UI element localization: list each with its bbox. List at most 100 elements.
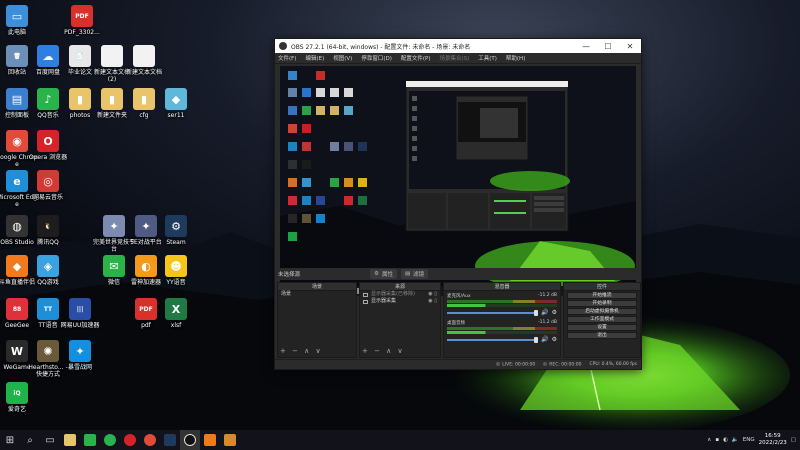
volume-meter (447, 331, 557, 334)
menu-edit[interactable]: 编辑(E) (305, 54, 324, 62)
scene-list-item[interactable]: 场景 (278, 291, 356, 298)
douyu-icon[interactable] (200, 430, 220, 450)
monitor-icon (363, 299, 368, 304)
app-icon: ▮ (69, 88, 91, 110)
scenes-dock-buttons[interactable]: + − ∧ ∨ (280, 347, 323, 355)
rec-status: REC: 00:00:00 (543, 361, 582, 367)
notification-icon[interactable]: ▢ (791, 437, 796, 443)
start-recording-button[interactable]: 开始录制 (567, 300, 637, 307)
settings-button[interactable]: 设置 (567, 324, 637, 331)
clock-date: 2022/2/23 (758, 440, 787, 446)
no-source-selected-label: 未选择源 (278, 272, 301, 278)
sources-dock: 来源 显示器采集(已移除) ◉ ▯ 显示器采集 ◉ ▯ + − ∧ ∨ (359, 282, 441, 358)
desktop-icon[interactable]: 🐧 腾讯QQ (26, 215, 70, 246)
obs-titlebar[interactable]: OBS 27.2.1 (64-bit, windows) - 配置文件: 未命名… (275, 39, 641, 53)
visibility-lock-icon[interactable]: ◉ ▯ (428, 291, 437, 298)
filter-icon: ▤ (404, 271, 411, 277)
menu-profile[interactable]: 配置文件(P) (401, 54, 431, 62)
menu-file[interactable]: 文件(F) (278, 54, 296, 62)
app-icon: 🗑 (6, 45, 28, 67)
properties-button[interactable]: ⚙ 属性 (370, 269, 397, 279)
tray-app-icon[interactable]: ▪ (715, 437, 719, 443)
desktop-icon[interactable]: 新建文本文档 (122, 45, 166, 76)
slider-handle[interactable] (534, 309, 539, 316)
volume-slider[interactable] (447, 336, 539, 343)
app-icon: X (165, 298, 187, 320)
menu-scene-collection[interactable]: 场景集合(S) (439, 54, 469, 62)
audio-mixer-dock: 混音器 麦克风/Aux -11.2 dB 🔊 ⚙ 桌面音频 -11.2 dB 🔊 (443, 282, 561, 358)
input-language[interactable]: ENG (743, 437, 755, 443)
obs-icon[interactable] (180, 430, 200, 450)
volume-slider[interactable] (447, 309, 539, 316)
speaker-icon[interactable]: 🔊 (541, 309, 548, 316)
menu-docks[interactable]: 停靠窗口(D) (361, 54, 392, 62)
desktop-icon[interactable]: ◎ 网易云音乐 (26, 170, 70, 201)
desktop-icon-label: 网易UU加速器 (60, 322, 100, 329)
source-list-item[interactable]: 显示器采集 ◉ ▯ (360, 298, 440, 305)
obs-statusbar: LIVE: 00:00:00 REC: 00:00:00 CPU: 0.4%, … (275, 359, 641, 369)
steam-icon[interactable] (160, 430, 180, 450)
channel-db: -11.2 dB (537, 320, 557, 325)
search-icon[interactable]: ⌕ (20, 430, 40, 450)
obs-docks: 场景 场景 + − ∧ ∨ 来源 显示器采集(已移除) ◉ ▯ 显示器采集 ◉ … (277, 282, 641, 358)
opera-icon[interactable] (120, 430, 140, 450)
app-icon: ☁ (37, 45, 59, 67)
menu-tools[interactable]: 工具(T) (478, 54, 497, 62)
app-icon: PDF (71, 5, 93, 27)
app-icon: ✉ (103, 255, 125, 277)
obs-window: OBS 27.2.1 (64-bit, windows) - 配置文件: 未命名… (274, 38, 642, 370)
chrome-icon[interactable] (140, 430, 160, 450)
gear-icon: ⚙ (374, 271, 379, 277)
menu-view[interactable]: 视图(V) (333, 54, 352, 62)
sources-dock-buttons[interactable]: + − ∧ ∨ (362, 347, 405, 355)
exit-button[interactable]: 退出 (567, 332, 637, 339)
wechat-icon[interactable] (80, 430, 100, 450)
app-icon: ☻ (165, 255, 187, 277)
minimize-icon[interactable]: — (575, 42, 597, 51)
desktop-icon[interactable]: ◈ QQ游戏 (26, 255, 70, 286)
clock[interactable]: 16:59 2022/2/23 (759, 433, 787, 447)
start-streaming-button[interactable]: 开始推流 (567, 292, 637, 299)
obs-preview[interactable] (280, 66, 636, 296)
desktop-icon[interactable]: ▭ 此电脑 (0, 5, 39, 36)
qq-music-icon[interactable] (100, 430, 120, 450)
task-view-icon[interactable]: ▭ (40, 430, 60, 450)
desktop-icon[interactable]: Xxlsf (154, 298, 198, 329)
maximize-icon[interactable]: ☐ (597, 42, 619, 51)
menu-help[interactable]: 帮助(H) (506, 54, 525, 62)
desktop-icon-label: 爱奇艺 (7, 406, 26, 413)
app-icon: ◆ (165, 88, 187, 110)
start-virtual-camera-button[interactable]: 启动虚拟摄像机 (567, 308, 637, 315)
desktop-icon[interactable]: ⚙ Steam (154, 215, 198, 246)
app-icon: ⚙ (165, 215, 187, 237)
filters-button[interactable]: ▤ 滤镜 (400, 269, 429, 279)
desktop-icon[interactable]: ◆ ser11 (154, 88, 198, 119)
app-icon: ▭ (6, 5, 28, 27)
slider-handle[interactable] (534, 336, 539, 343)
tray-overflow-icon[interactable]: ∧ (707, 437, 711, 443)
desktop-icon[interactable]: O Opera 浏览器 (26, 130, 70, 161)
gear-icon[interactable]: ⚙ (552, 336, 557, 343)
desktop-icon[interactable]: ✦ 暴雪战网 (58, 340, 102, 371)
rec-indicator-icon (543, 361, 548, 366)
desktop-icon-label: 腾讯QQ (37, 239, 59, 246)
app-icon: O (37, 130, 59, 152)
speaker-icon[interactable]: 🔊 (541, 336, 548, 343)
network-icon[interactable]: ◐ (723, 437, 728, 443)
file-explorer-icon[interactable] (60, 430, 80, 450)
source-list-item[interactable]: 显示器采集(已移除) ◉ ▯ (360, 291, 440, 298)
visibility-lock-icon[interactable]: ◉ ▯ (428, 298, 437, 305)
scenes-dock-title: 场景 (278, 283, 356, 291)
desktop-icon-label: PDF_3302... (64, 29, 100, 36)
mixer-channel: 桌面音频 -11.2 dB 🔊 ⚙ (444, 318, 560, 345)
desktop-icon[interactable]: ☻ YY语音 (154, 255, 198, 286)
speaker-icon[interactable]: 🔈 (732, 437, 739, 443)
studio-mode-button[interactable]: 工作室模式 (567, 316, 637, 323)
desktop-icon[interactable]: iQ 爱奇艺 (0, 382, 39, 413)
windows-start-icon[interactable]: ⊞ (0, 430, 20, 450)
calendar-icon[interactable] (220, 430, 240, 450)
desktop-icon[interactable]: ||| 网易UU加速器 (58, 298, 102, 329)
gear-icon[interactable]: ⚙ (552, 309, 557, 316)
desktop-icon[interactable]: PDF PDF_3302... (60, 5, 104, 36)
close-icon[interactable]: ✕ (619, 42, 641, 51)
